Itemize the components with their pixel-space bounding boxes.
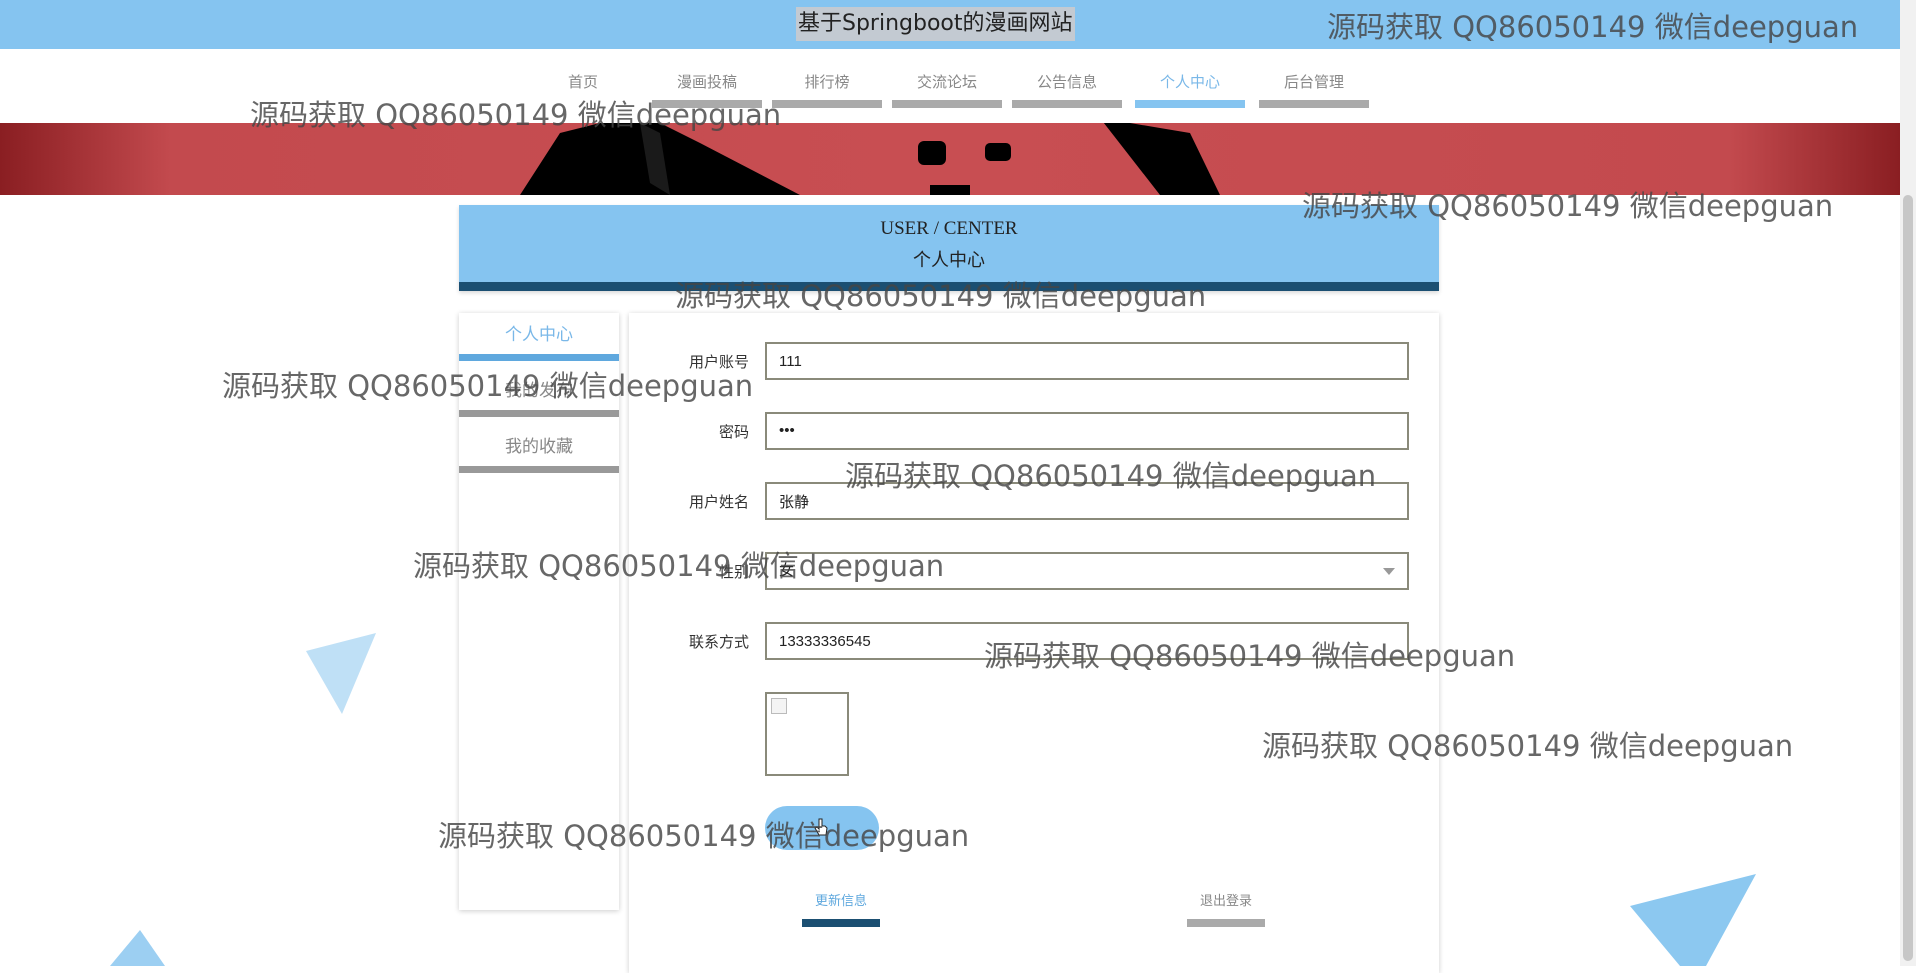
page-scrollbar[interactable] xyxy=(1900,0,1916,966)
scrollbar-thumb[interactable] xyxy=(1903,195,1913,961)
decorative-shapes xyxy=(110,633,1756,966)
